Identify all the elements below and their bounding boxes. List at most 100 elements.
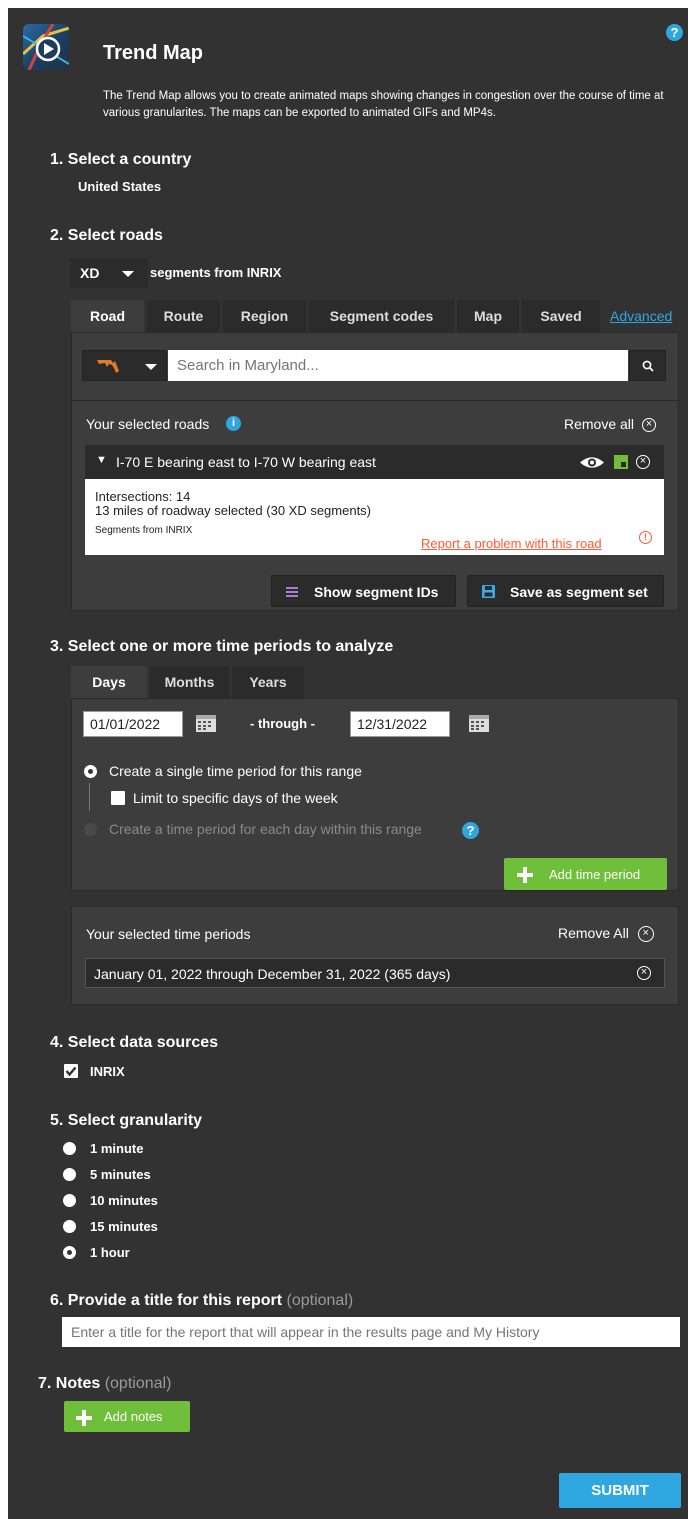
granularity-option-label: 15 minutes — [90, 1219, 158, 1234]
add-time-period-button[interactable]: Add time period — [504, 858, 667, 890]
tab-saved[interactable]: Saved — [522, 300, 600, 332]
remove-all-roads-button[interactable]: Remove all × — [564, 416, 656, 433]
info-icon[interactable]: i — [226, 416, 241, 431]
granularity-1-hour-radio[interactable] — [63, 1246, 76, 1259]
search-button[interactable] — [629, 350, 666, 381]
step6-title-text: 6. Provide a title for this report — [50, 1292, 283, 1309]
warning-icon: ! — [639, 531, 652, 544]
tab-region[interactable]: Region — [223, 300, 306, 332]
single-period-label: Create a single time period for this ran… — [109, 763, 362, 779]
through-label: - through - — [250, 716, 315, 731]
road-name: I-70 E bearing east to I-70 W bearing ea… — [116, 454, 376, 470]
segment-type-select[interactable]: XD — [70, 258, 148, 288]
granularity-15-minutes-radio[interactable] — [63, 1220, 76, 1233]
save-segment-set-button[interactable]: Save as segment set — [467, 575, 664, 607]
each-day-label: Create a time period for each day within… — [109, 821, 422, 837]
save-icon — [482, 585, 495, 598]
end-date-input[interactable] — [350, 711, 450, 737]
tab-segment-codes[interactable]: Segment codes — [309, 300, 454, 332]
help-icon[interactable]: ? — [462, 822, 479, 839]
add-time-period-label: Add time period — [549, 867, 641, 882]
segments-from-label: segments from INRIX — [150, 265, 282, 280]
save-segment-set-label: Save as segment set — [510, 584, 648, 600]
help-icon[interactable]: ? — [666, 24, 683, 41]
plus-icon — [517, 866, 533, 883]
start-date-input[interactable] — [83, 711, 183, 737]
report-problem-link[interactable]: Report a problem with this road — [421, 536, 602, 551]
selected-roads-label: Your selected roads — [86, 416, 210, 432]
tab-years[interactable]: Years — [232, 666, 304, 698]
selected-roads-area: Your selected roads i Remove all × ▼ I-7… — [72, 400, 678, 610]
radio-single-period[interactable] — [84, 765, 97, 778]
advanced-link[interactable]: Advanced — [610, 308, 672, 324]
intersections-count: Intersections: 14 — [95, 489, 191, 504]
tab-days[interactable]: Days — [71, 666, 147, 698]
chevron-down-icon — [145, 364, 157, 370]
search-icon — [642, 360, 654, 372]
step3-title: 3. Select one or more time periods to an… — [50, 638, 394, 655]
trend-map-panel: Trend Map ? The Trend Map allows you to … — [8, 8, 688, 1519]
submit-button[interactable]: SUBMIT — [559, 1473, 681, 1508]
step5-title: 5. Select granularity — [50, 1112, 203, 1129]
step7-title: 7. Notes (optional) — [38, 1375, 171, 1393]
segment-type-value: XD — [80, 265, 100, 281]
tab-months[interactable]: Months — [150, 666, 229, 698]
eye-icon[interactable] — [579, 455, 605, 470]
step1-title: 1. Select a country — [50, 151, 192, 168]
tab-road[interactable]: Road — [71, 300, 144, 332]
report-title-input[interactable] — [62, 1317, 680, 1347]
plus-icon — [76, 1409, 92, 1426]
tab-map[interactable]: Map — [457, 300, 519, 332]
granularity-option-label: 1 minute — [90, 1141, 144, 1156]
time-period-item: January 01, 2022 through December 31, 20… — [85, 958, 665, 988]
maryland-state-icon — [97, 360, 119, 373]
segments-source: Segments from INRIX — [95, 525, 193, 536]
close-icon: × — [641, 418, 656, 433]
selected-periods-label: Your selected time periods — [86, 926, 251, 942]
miles-selected: 13 miles of roadway selected (30 XD segm… — [95, 503, 372, 518]
inrix-source-checkbox[interactable] — [64, 1064, 78, 1078]
color-swatch-icon[interactable] — [614, 455, 628, 469]
step7-title-text: 7. Notes — [38, 1375, 101, 1392]
road-selector-panel: Your selected roads i Remove all × ▼ I-7… — [71, 332, 679, 611]
remove-all-label: Remove All — [558, 925, 629, 941]
selected-country: United States — [78, 179, 162, 194]
step4-title: 4. Select data sources — [50, 1034, 219, 1051]
granularity-10-minutes-radio[interactable] — [63, 1194, 76, 1207]
granularity-option-label: 5 minutes — [90, 1167, 151, 1182]
show-segment-ids-button[interactable]: Show segment IDs — [271, 575, 456, 607]
close-icon[interactable]: × — [636, 455, 650, 469]
close-icon[interactable]: × — [637, 966, 651, 980]
road-item-header[interactable]: ▼ I-70 E bearing east to I-70 W bearing … — [85, 445, 664, 479]
chevron-down-icon — [122, 271, 134, 277]
add-notes-label: Add notes — [104, 1409, 163, 1424]
limit-days-checkbox[interactable] — [111, 791, 125, 805]
close-icon: × — [637, 926, 654, 943]
calendar-icon[interactable] — [196, 715, 216, 732]
check-icon — [65, 1066, 77, 1077]
add-notes-button[interactable]: Add notes — [64, 1401, 190, 1432]
optional-label: (optional) — [104, 1375, 172, 1392]
time-period-text: January 01, 2022 through December 31, 20… — [94, 966, 451, 982]
remove-all-label: Remove all — [564, 416, 635, 432]
tree-line — [89, 783, 90, 811]
state-select[interactable] — [82, 350, 167, 381]
granularity-1-minute-radio[interactable] — [63, 1142, 76, 1155]
road-search-input[interactable] — [168, 350, 628, 381]
logo-icon — [23, 24, 69, 70]
selected-time-periods-panel: Your selected time periods Remove All × … — [71, 906, 679, 1005]
list-icon — [286, 587, 298, 597]
granularity-5-minutes-radio[interactable] — [63, 1168, 76, 1181]
granularity-option-label: 10 minutes — [90, 1193, 158, 1208]
step6-title: 6. Provide a title for this report (opti… — [50, 1292, 353, 1310]
radio-each-day[interactable] — [84, 823, 97, 836]
granularity-option-label: 1 hour — [90, 1245, 130, 1260]
time-period-panel: - through - Create a single time period … — [71, 698, 679, 891]
remove-all-periods-button[interactable]: Remove All × — [558, 925, 654, 943]
show-segment-ids-label: Show segment IDs — [314, 584, 439, 600]
caret-down-icon: ▼ — [96, 454, 107, 466]
tab-route[interactable]: Route — [147, 300, 220, 332]
limit-days-label: Limit to specific days of the week — [133, 790, 338, 806]
step2-title: 2. Select roads — [50, 227, 163, 244]
calendar-icon[interactable] — [469, 715, 489, 732]
